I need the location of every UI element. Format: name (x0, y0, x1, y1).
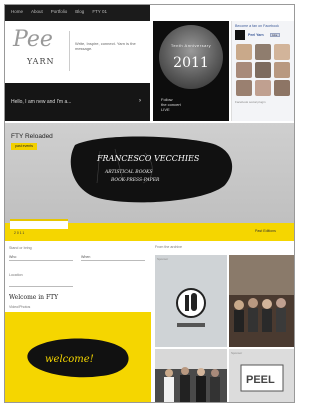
register-label: Stand or bring (9, 246, 32, 250)
welcome-artwork: welcome! (27, 338, 129, 378)
anniversary-badge: Tenth Anniversary 2011 (159, 25, 223, 89)
main-nav: Home About Portfolio Blog FTY 01 (5, 5, 150, 18)
welcome-script: welcome! (45, 354, 94, 365)
nav-item-portfolio[interactable]: Portfolio (51, 9, 68, 14)
who-select[interactable]: Who (9, 255, 73, 261)
welcome-title: Welcome in FTY (9, 294, 59, 301)
facebook-like-box: Become a fan on Facebook Peel Yarn Like … (231, 21, 294, 121)
past-events-button[interactable]: past events (11, 143, 37, 150)
like-button[interactable]: Like (269, 33, 280, 37)
site-tagline: Write, Inspire, connect. Yarn is the mes… (75, 41, 136, 51)
fan-avatar[interactable] (274, 44, 290, 60)
when-select[interactable]: When (81, 255, 145, 261)
fan-avatar[interactable] (236, 62, 252, 78)
facebook-page-name[interactable]: Peel Yarn (248, 33, 264, 37)
anniversary-label: Tenth Anniversary (170, 43, 212, 48)
gallery-label: From the archive (155, 245, 182, 249)
gallery-tile-peel-logo[interactable]: Sponsor PEEL (229, 349, 294, 402)
facebook-page-row: Peel Yarn Like (232, 29, 294, 41)
fan-avatar[interactable] (274, 62, 290, 78)
fan-avatar[interactable] (255, 44, 271, 60)
logo-divider (69, 31, 70, 71)
crowd-photo (229, 255, 294, 347)
fan-avatar[interactable] (255, 62, 271, 78)
anniversary-caption: Follow the concert LIVE (161, 97, 181, 112)
nav-item-fty[interactable]: FTY 01 (92, 9, 107, 14)
people-photo (155, 349, 227, 402)
arrow-right-icon: › (139, 98, 141, 104)
tile-label: Sponsor (157, 257, 169, 261)
anniversary-panel[interactable]: Tenth Anniversary 2011 Follow the concer… (153, 21, 229, 121)
page-avatar[interactable] (235, 30, 245, 40)
editions-strip: 2011 Past Editions (5, 219, 294, 241)
sponsor-logo (176, 288, 206, 327)
location-field[interactable] (9, 281, 73, 287)
logo-wordmark[interactable]: YARN (27, 57, 54, 66)
banner-signature: FRANCESCO VECCHIES (96, 154, 200, 163)
banner-title: FTY Reloaded (11, 133, 53, 140)
gallery-tile-photo-crowd[interactable] (229, 255, 294, 347)
anniversary-year: 2011 (173, 55, 209, 71)
fan-faces-grid (232, 41, 294, 99)
nav-item-blog[interactable]: Blog (75, 9, 84, 14)
fan-avatar[interactable] (255, 80, 271, 96)
nav-item-about[interactable]: About (31, 9, 43, 14)
fan-avatar[interactable] (236, 44, 252, 60)
past-editions-link[interactable]: Past Editions (255, 229, 276, 233)
tile-label: Sponsor (231, 351, 243, 355)
gallery-tile-sponsor[interactable]: Sponsor (155, 255, 227, 347)
banner-subline: BOOK-PRESS-PAPER (110, 177, 160, 183)
banner-subline: ARTISTICAL BOOKS (104, 169, 153, 175)
facebook-header: Become a fan on Facebook (235, 24, 279, 28)
top-nav-bar: Home About Portfolio Blog FTY 01 (5, 5, 150, 21)
gallery-tile-photo-people[interactable] (155, 349, 227, 402)
welcome-card[interactable]: welcome! (5, 312, 151, 402)
sidebar-left: Stand or bring Who When Location Welcome… (5, 243, 151, 402)
facebook-footer: Facebook social plugin (235, 100, 266, 104)
video-label: Video/Photos (9, 305, 31, 309)
nav-item-home[interactable]: Home (11, 9, 23, 14)
page-frame: Home About Portfolio Blog FTY 01 Pee YAR… (4, 4, 295, 403)
fan-avatar[interactable] (236, 80, 252, 96)
edition-tab[interactable]: 2011 (10, 219, 68, 235)
site-header: Pee YARN Write, Inspire, connect. Yarn i… (5, 21, 150, 83)
logo-script[interactable]: Pee (13, 27, 53, 52)
location-label: Location (9, 273, 23, 277)
intro-text: Hello, I am new and I'm a... (11, 99, 72, 105)
edition-tab-label: 2011 (14, 231, 26, 235)
intro-bar[interactable]: Hello, I am new and I'm a... › (5, 83, 150, 121)
peel-logo-text: PEEL (246, 374, 275, 386)
peel-logo: PEEL (240, 364, 284, 392)
fan-avatar[interactable] (274, 80, 290, 96)
gallery: From the archive Sponsor Sponsor PEEL (153, 243, 294, 402)
caption-line: LIVE (161, 107, 170, 112)
